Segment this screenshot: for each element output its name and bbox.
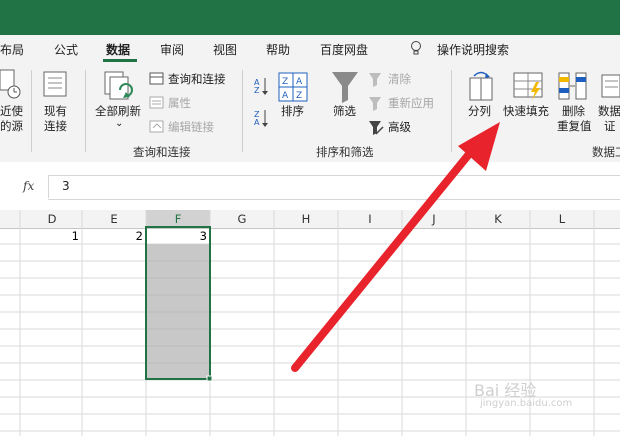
- title-bar: [0, 0, 620, 35]
- tell-me-search[interactable]: 操作说明搜索: [437, 41, 509, 58]
- column-header-j[interactable]: J: [402, 212, 466, 226]
- recent-sources-label-1[interactable]: 近使: [0, 104, 23, 119]
- flash-fill-button[interactable]: 快速填充: [503, 104, 549, 119]
- tab-formulas[interactable]: 公式: [54, 41, 78, 58]
- queries-connections-button[interactable]: 查询和连接: [168, 72, 226, 87]
- tab-layout[interactable]: 布局: [0, 41, 24, 58]
- sort-button[interactable]: 排序: [281, 104, 304, 119]
- column-header-l[interactable]: L: [530, 212, 594, 226]
- column-header-d[interactable]: D: [20, 212, 84, 226]
- ribbon-tab-bar: [0, 35, 620, 62]
- formula-bar[interactable]: [48, 175, 620, 200]
- data-validation-label-2[interactable]: 证: [604, 119, 616, 134]
- filter-button[interactable]: 筛选: [333, 104, 356, 119]
- properties-button[interactable]: 属性: [168, 96, 191, 111]
- column-header-h[interactable]: H: [274, 212, 338, 226]
- edit-links-button[interactable]: 编辑链接: [168, 120, 214, 135]
- group-label-sort-filter: 排序和筛选: [316, 145, 374, 159]
- cell-d1[interactable]: 1: [20, 229, 79, 243]
- tab-help[interactable]: 帮助: [266, 41, 290, 58]
- recent-sources-label-2[interactable]: 的源: [0, 119, 23, 134]
- group-label-queries: 查询和连接: [133, 145, 191, 159]
- tab-review[interactable]: 审阅: [160, 41, 184, 58]
- group-label-data-tools: 数据工: [592, 145, 620, 159]
- ribbon-separator: [85, 70, 86, 152]
- ribbon-separator: [31, 70, 32, 152]
- column-header-f[interactable]: F: [146, 212, 210, 226]
- data-validation-label-1[interactable]: 数据: [598, 104, 620, 119]
- remove-duplicates-label-1[interactable]: 删除: [562, 104, 585, 119]
- watermark-url: jingyan.baidu.com: [480, 398, 573, 409]
- remove-duplicates-label-2[interactable]: 重复值: [557, 119, 592, 134]
- column-header-i[interactable]: I: [338, 212, 402, 226]
- existing-connections-label-2[interactable]: 连接: [44, 119, 67, 134]
- tab-data[interactable]: 数据: [106, 41, 130, 58]
- column-header-g[interactable]: G: [210, 212, 274, 226]
- cell-e1[interactable]: 2: [82, 229, 143, 243]
- column-header-k[interactable]: K: [466, 212, 530, 226]
- advanced-button[interactable]: 高级: [388, 120, 411, 135]
- cell-f1[interactable]: 3: [146, 229, 207, 243]
- clear-button[interactable]: 清除: [388, 72, 411, 87]
- tab-baidu-netdisk[interactable]: 百度网盘: [320, 41, 368, 58]
- tab-view[interactable]: 视图: [213, 41, 237, 58]
- ribbon-separator: [451, 70, 452, 152]
- insert-function-icon[interactable]: fx: [23, 179, 34, 193]
- column-header-e[interactable]: E: [82, 212, 146, 226]
- formula-bar-value: 3: [62, 179, 70, 193]
- ribbon-separator: [242, 70, 243, 152]
- existing-connections-label-1[interactable]: 现有: [44, 104, 67, 119]
- chevron-down-icon[interactable]: ⌄: [115, 116, 123, 131]
- reapply-button[interactable]: 重新应用: [388, 96, 434, 111]
- text-to-columns-button[interactable]: 分列: [468, 104, 491, 119]
